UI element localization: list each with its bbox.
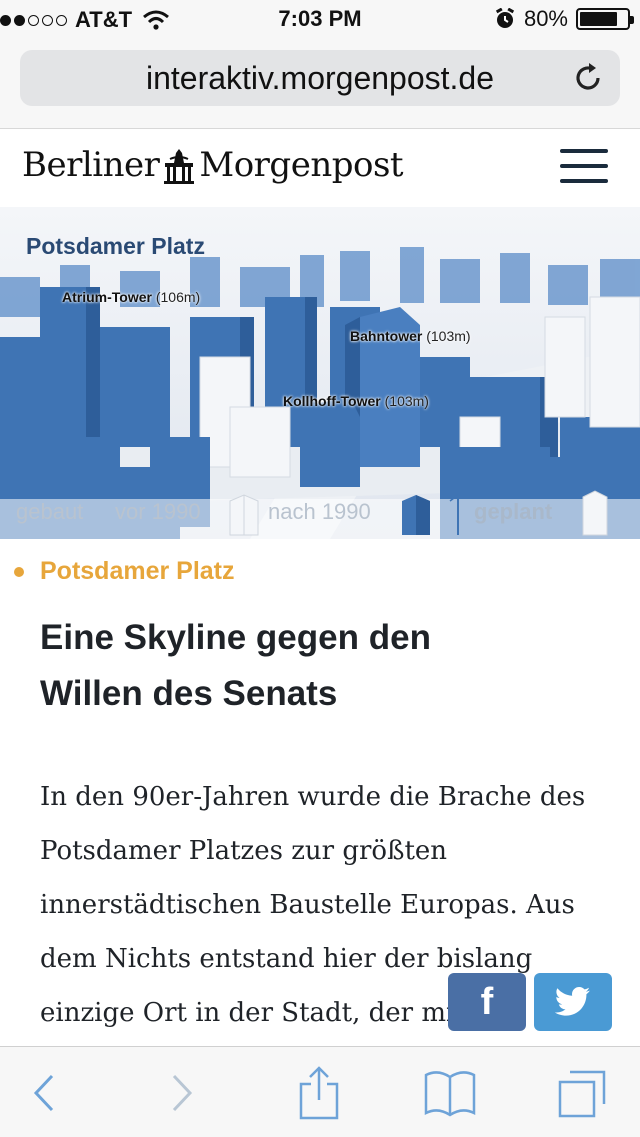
facebook-share-button[interactable]: f: [448, 973, 526, 1031]
bookmarks-icon: [424, 1071, 476, 1117]
legend-gebaut: gebaut: [16, 499, 84, 524]
body-line-4: dem Nichts entstand hier der bislang: [40, 944, 533, 974]
status-right: 80%: [494, 6, 634, 32]
legend-new-building-swatch: [402, 495, 430, 535]
legend-old-building-swatch: [229, 494, 259, 536]
hero-title: Potsdamer Platz: [26, 233, 205, 259]
building-label-kollhoff-tower[interactable]: Kollhoff-Tower (103m): [283, 393, 429, 409]
alarm-icon: [495, 8, 515, 28]
bookmarks-button[interactable]: [422, 1067, 478, 1119]
building-height: (106m): [155, 289, 201, 305]
site-header: Berliner Morgenpost: [0, 129, 640, 207]
legend-geplant: geplant: [474, 499, 553, 524]
building-label-atrium-tower[interactable]: Atrium-Tower (106m): [62, 289, 200, 305]
building-name: Bahntower: [350, 328, 423, 344]
twitter-bird-icon: [555, 987, 590, 1016]
body-line-2: Potsdamer Platzes zur größten: [40, 836, 448, 866]
article-kicker[interactable]: Potsdamer Platz: [14, 557, 235, 586]
share-icon: [299, 1066, 339, 1120]
facebook-icon: f: [480, 980, 494, 1023]
browser-toolbar: [0, 1046, 640, 1137]
building-name: Atrium-Tower: [62, 289, 152, 305]
article-headline: Eine Skyline gegen den Willen des Senats: [40, 610, 600, 722]
building-label-bahntower[interactable]: Bahntower (103m): [350, 328, 471, 344]
kicker-text: Potsdamer Platz: [40, 557, 235, 585]
building-name: Kollhoff-Tower: [283, 393, 381, 409]
address-bar[interactable]: interaktiv.morgenpost.de: [20, 50, 620, 106]
building-height: (103m): [384, 393, 429, 409]
site-logo[interactable]: Berliner Morgenpost: [22, 145, 404, 185]
battery-icon: [576, 8, 634, 30]
browser-address-area: interaktiv.morgenpost.de: [0, 40, 640, 129]
legend-vor-1990: vor 1990: [115, 499, 201, 524]
battery-percent: 80%: [523, 6, 568, 31]
battery-fill: [580, 12, 617, 26]
body-line-3: innerstädtischen Baustelle Europas. Aus: [40, 890, 575, 920]
logo-text-right: Morgenpost: [199, 145, 404, 185]
tabs-icon: [558, 1070, 606, 1118]
headline-line-1: Eine Skyline gegen den: [40, 618, 431, 657]
forward-button[interactable]: [154, 1067, 210, 1119]
back-icon: [33, 1074, 54, 1112]
building-height: (103m): [426, 328, 471, 344]
tabs-button[interactable]: [554, 1067, 610, 1119]
twitter-share-button[interactable]: [534, 973, 612, 1031]
legend-nach-1990: nach 1990: [268, 499, 371, 524]
url-text[interactable]: interaktiv.morgenpost.de: [20, 60, 620, 97]
skyline-hero-graphic: Potsdamer Platz Atrium-Tower (106m) Bahn…: [0, 207, 640, 539]
hamburger-menu-icon[interactable]: [560, 149, 608, 185]
legend-planned-building-swatch: [449, 494, 459, 535]
brandenburg-gate-emblem-icon: [164, 149, 195, 184]
kicker-bullet: [14, 566, 24, 577]
headline-line-2: Willen des Senats: [40, 674, 338, 713]
reload-icon[interactable]: [570, 60, 606, 96]
share-button[interactable]: [291, 1066, 347, 1120]
status-bar: AT&T 7:03 PM 80%: [0, 0, 640, 40]
body-line-1: In den 90er-Jahren wurde die Brache des: [40, 782, 586, 812]
forward-icon: [172, 1074, 193, 1112]
logo-text-left: Berliner: [22, 145, 160, 185]
legend-planned-swatch-box: [582, 490, 608, 536]
body-line-5: einzige Ort in der Stadt, der mi: [40, 998, 455, 1028]
hero-legend: gebaut vor 1990 nach 1990 geplant: [0, 490, 640, 539]
back-button[interactable]: [16, 1067, 72, 1119]
